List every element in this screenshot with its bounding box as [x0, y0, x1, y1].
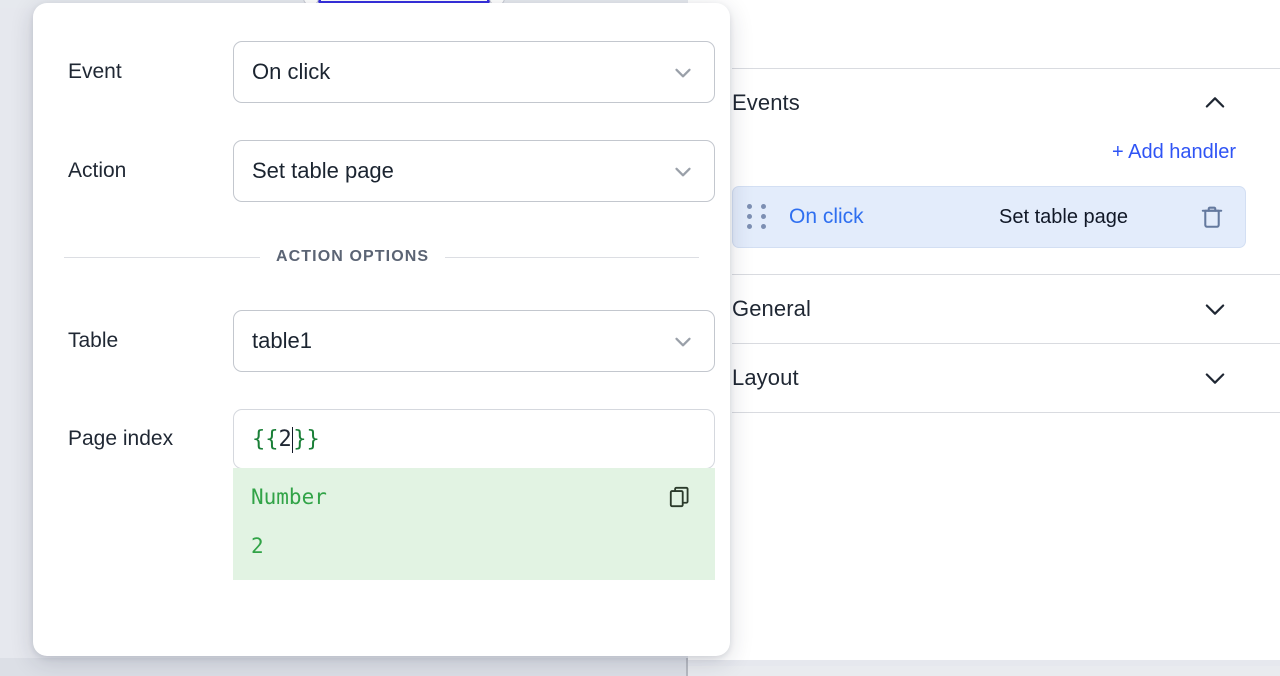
action-field-label: Action	[68, 159, 233, 183]
drag-dots-icon[interactable]	[747, 204, 767, 230]
canvas-vertical-rule-bottom	[686, 658, 688, 676]
general-section-header[interactable]: General	[688, 275, 1280, 343]
table-field-label: Table	[68, 329, 233, 353]
inspector-panel: Events + Add handler On click Set table …	[688, 0, 1280, 660]
page-index-field-label: Page index	[68, 427, 233, 451]
expression-evaluation-box: Number 2	[233, 468, 715, 580]
copy-icon[interactable]	[667, 484, 693, 510]
action-field-row: Action Set table page	[33, 140, 730, 202]
chevron-down-icon[interactable]	[670, 158, 696, 184]
table-select-value: table1	[252, 328, 312, 354]
table-field-row: Table table1	[33, 310, 730, 372]
general-section-title: General	[732, 296, 811, 322]
divider-line-right	[445, 257, 699, 258]
chevron-down-icon[interactable]	[670, 59, 696, 85]
text-cursor	[292, 427, 294, 453]
evaluation-value: 2	[251, 535, 695, 558]
chevron-down-icon[interactable]	[670, 328, 696, 354]
chevron-down-icon[interactable]	[1200, 294, 1230, 324]
inspector-top-spacer	[688, 0, 1280, 68]
add-handler-button[interactable]: + Add handler	[1112, 141, 1236, 164]
canvas-bottom-band	[0, 658, 688, 676]
page-index-input[interactable]: {{2}}	[233, 409, 715, 469]
event-handler-list: On click Set table page	[688, 186, 1280, 248]
event-select-value: On click	[252, 59, 330, 85]
events-section-header[interactable]: Events	[688, 69, 1280, 137]
table-select[interactable]: table1	[233, 310, 715, 372]
event-handler-row[interactable]: On click Set table page	[732, 186, 1246, 248]
open-brace: {{	[252, 427, 279, 452]
evaluation-type: Number	[251, 486, 695, 509]
event-field-label: Event	[68, 60, 233, 84]
page-index-expression: 2	[279, 427, 292, 452]
action-select-value: Set table page	[252, 158, 394, 184]
action-select[interactable]: Set table page	[233, 140, 715, 202]
layout-section-title: Layout	[732, 365, 799, 391]
event-handler-popover: Event On click Action Set table page	[33, 3, 730, 656]
page-index-field-control: {{2}} Number 2	[233, 409, 730, 580]
chevron-up-icon[interactable]	[1200, 88, 1230, 118]
event-field-control: On click	[233, 41, 730, 103]
action-options-label: ACTION OPTIONS	[276, 248, 429, 266]
events-section-title: Events	[732, 90, 800, 116]
trash-icon[interactable]	[1197, 202, 1227, 232]
layout-section-header[interactable]: Layout	[688, 344, 1280, 412]
divider-line-left	[64, 257, 260, 258]
event-field-row: Event On click	[33, 41, 730, 103]
page-index-field-row: Page index {{2}} Number 2	[33, 409, 730, 580]
handler-event-label[interactable]: On click	[789, 205, 999, 229]
add-handler-row: + Add handler	[688, 141, 1280, 164]
handler-action-label: Set table page	[999, 206, 1197, 229]
action-field-control: Set table page	[233, 140, 730, 202]
close-brace: }}	[293, 427, 320, 452]
action-options-divider: ACTION OPTIONS	[64, 248, 699, 266]
table-field-control: table1	[233, 310, 730, 372]
app-root: Events + Add handler On click Set table …	[0, 0, 1280, 676]
divider-below-layout	[732, 412, 1280, 413]
event-select[interactable]: On click	[233, 41, 715, 103]
chevron-down-icon[interactable]	[1200, 363, 1230, 393]
